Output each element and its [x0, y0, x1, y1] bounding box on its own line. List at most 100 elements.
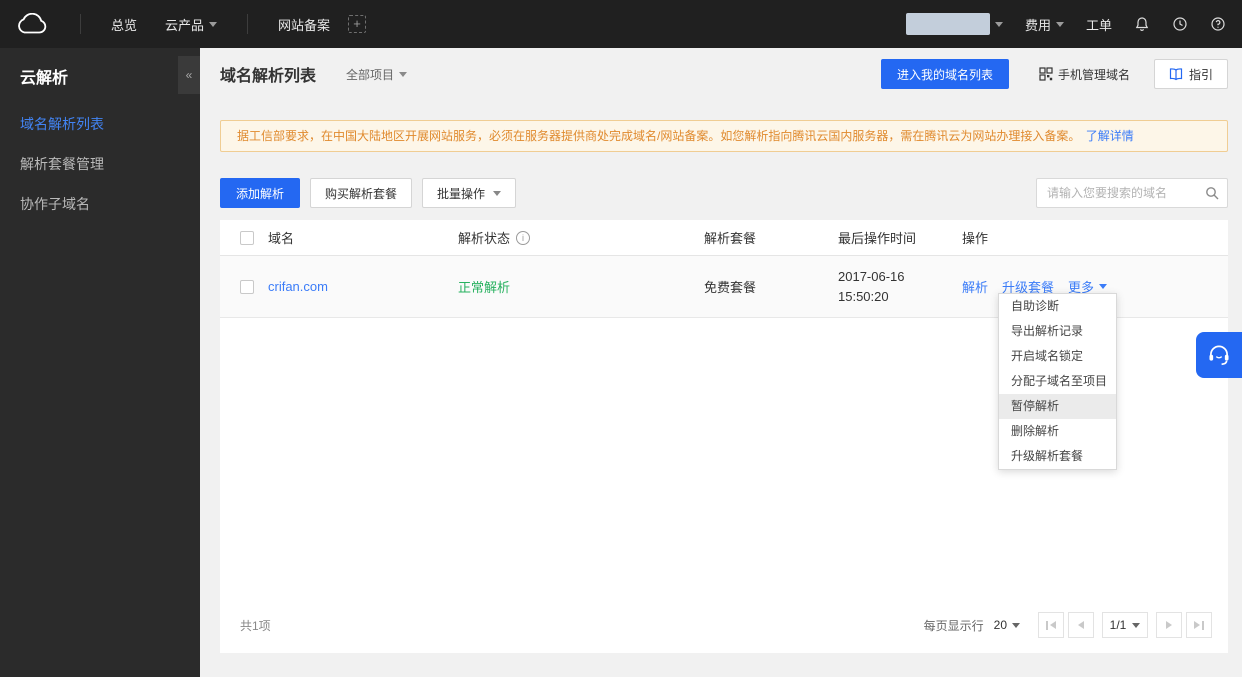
search-box: [1036, 178, 1228, 208]
menu-item-export-records[interactable]: 导出解析记录: [999, 319, 1116, 344]
learn-more-link[interactable]: 了解详情: [1086, 129, 1134, 143]
add-tab-icon[interactable]: +: [348, 15, 367, 33]
tencent-cloud-logo-icon[interactable]: [16, 13, 50, 35]
menu-item-pause-resolution[interactable]: 暂停解析: [999, 394, 1116, 419]
divider: [247, 14, 249, 34]
project-filter[interactable]: 全部项目: [346, 66, 408, 83]
column-header-last-op-time: 最后操作时间: [838, 231, 917, 246]
search-input[interactable]: [1036, 178, 1228, 208]
table-header-row: 域名 解析状态 i 解析套餐 最后操作时间 操作: [220, 220, 1228, 256]
topbar-left: 总览 云产品 网站备案 +: [16, 13, 367, 35]
help-question-icon[interactable]: [1210, 16, 1226, 32]
pagination: 每页显示行 20 1/1: [924, 612, 1212, 638]
column-header-actions: 操作: [962, 231, 989, 246]
nav-overview[interactable]: 总览: [111, 15, 137, 34]
page-indicator: 1/1: [1109, 618, 1127, 632]
menu-item-self-diagnosis[interactable]: 自助诊断: [999, 294, 1116, 319]
chevron-down-icon: [399, 71, 408, 77]
nav-website-filing[interactable]: 网站备案: [278, 15, 330, 34]
select-all-checkbox[interactable]: [240, 230, 254, 245]
last-op-date: 2017-06-16: [838, 268, 905, 284]
plan-value: 免费套餐: [704, 280, 757, 295]
chevron-down-icon: [1099, 284, 1108, 289]
menu-item-upgrade-resolution-plan[interactable]: 升级解析套餐: [999, 444, 1116, 469]
phone-manage-label: 手机管理域名: [1057, 67, 1130, 82]
menu-item-delete-resolution[interactable]: 删除解析: [999, 419, 1116, 444]
sidebar: 云解析 « 域名解析列表 解析套餐管理 协作子域名: [0, 48, 200, 677]
nav-website-filing-label: 网站备案: [278, 17, 331, 33]
account-menu[interactable]: [905, 13, 1003, 35]
chevron-down-icon: [994, 21, 1003, 27]
customer-service-icon: [1209, 345, 1229, 366]
page-title: 域名解析列表: [220, 68, 317, 85]
status-badge: 正常解析: [458, 280, 511, 295]
guide-book-icon: [1169, 68, 1183, 81]
first-page-button[interactable]: [1038, 612, 1064, 638]
column-header-plan: 解析套餐: [704, 231, 757, 246]
total-count: 共1项: [240, 618, 271, 633]
phone-manage-domains[interactable]: 手机管理域名: [1039, 66, 1130, 83]
chevron-down-icon: [493, 190, 502, 196]
nav-billing[interactable]: 费用: [1025, 15, 1064, 34]
last-page-button[interactable]: [1186, 612, 1212, 638]
nav-ticket-label: 工单: [1085, 17, 1112, 33]
qr-code-icon: [1039, 67, 1053, 81]
menu-item-assign-subdomain-to-project[interactable]: 分配子域名至项目: [999, 369, 1116, 394]
batch-operations-button[interactable]: 批量操作: [422, 178, 517, 208]
guide-button[interactable]: 指引: [1154, 59, 1228, 89]
screen: 总览 云产品 网站备案 + 费用 工单 云解析 « 域名解析列表 解析套餐管理 …: [0, 0, 1242, 677]
per-page-label: 每页显示行: [923, 618, 984, 633]
notice-banner: 据工信部要求，在中国大陆地区开展网站服务，必须在服务器提供商处完成域名/网站备案…: [220, 120, 1228, 152]
more-actions-menu: 自助诊断 导出解析记录 开启域名锁定 分配子域名至项目 暂停解析 删除解析 升级…: [998, 293, 1117, 470]
nav-cloud-products[interactable]: 云产品: [165, 15, 218, 34]
menu-item-enable-domain-lock[interactable]: 开启域名锁定: [999, 344, 1116, 369]
notice-text: 据工信部要求，在中国大陆地区开展网站服务，必须在服务器提供商处完成域名/网站备案…: [237, 129, 1081, 143]
page-header-actions: 进入我的域名列表 手机管理域名 指引: [880, 59, 1228, 89]
next-page-button[interactable]: [1156, 612, 1182, 638]
buy-plan-button[interactable]: 购买解析套餐: [310, 178, 413, 208]
sidebar-item-plan-management[interactable]: 解析套餐管理: [0, 144, 200, 184]
chevron-down-icon: [1012, 622, 1020, 628]
divider: [80, 14, 81, 34]
customer-service-button[interactable]: [1196, 332, 1242, 378]
nav-overview-label: 总览: [111, 17, 138, 33]
enter-my-domain-list-button[interactable]: 进入我的域名列表: [880, 59, 1009, 89]
row-checkbox[interactable]: [240, 279, 254, 294]
sidebar-item-collaborative-subdomain[interactable]: 协作子域名: [0, 184, 200, 224]
column-header-domain: 域名: [268, 231, 295, 246]
sidebar-collapse-button[interactable]: «: [178, 56, 200, 94]
chevron-down-icon: [1132, 622, 1141, 628]
nav-ticket[interactable]: 工单: [1086, 15, 1112, 34]
batch-operations-label: 批量操作: [437, 186, 486, 201]
chevron-down-icon: [209, 21, 218, 27]
sidebar-item-domain-list[interactable]: 域名解析列表: [0, 104, 200, 144]
action-resolve-link[interactable]: 解析: [962, 277, 988, 296]
last-op-time: 2017-06-16 15:50:20: [838, 267, 905, 307]
bell-icon[interactable]: [1134, 16, 1150, 32]
info-icon[interactable]: i: [516, 230, 531, 245]
prev-page-button[interactable]: [1068, 612, 1094, 638]
topbar: 总览 云产品 网站备案 + 费用 工单: [0, 0, 1242, 48]
nav-cloud-products-label: 云产品: [165, 17, 205, 33]
clock-icon[interactable]: [1172, 16, 1188, 32]
table-footer: 共1项 每页显示行 20 1/1: [240, 611, 1212, 639]
column-header-status-label: 解析状态: [458, 231, 511, 246]
sidebar-title: 云解析: [20, 70, 69, 87]
topbar-right: 费用 工单: [884, 13, 1226, 35]
last-op-clock: 15:50:20: [838, 288, 889, 304]
account-name-redacted: [905, 13, 990, 35]
column-header-status: 解析状态 i: [458, 220, 531, 255]
add-record-button[interactable]: 添加解析: [220, 178, 301, 208]
domain-link[interactable]: crifan.com: [268, 279, 328, 294]
toolbar: 添加解析 购买解析套餐 批量操作: [220, 178, 1228, 208]
sidebar-header: 云解析 «: [0, 48, 200, 104]
page-indicator-select[interactable]: 1/1: [1102, 612, 1148, 638]
nav-billing-label: 费用: [1024, 17, 1051, 33]
per-page-select[interactable]: 20: [994, 618, 1020, 632]
per-page-value: 20: [993, 618, 1007, 632]
project-filter-label: 全部项目: [346, 67, 395, 82]
search-icon[interactable]: [1205, 186, 1219, 205]
sidebar-nav: 域名解析列表 解析套餐管理 协作子域名: [0, 104, 200, 224]
guide-label: 指引: [1189, 67, 1214, 82]
chevron-down-icon: [1055, 21, 1064, 27]
